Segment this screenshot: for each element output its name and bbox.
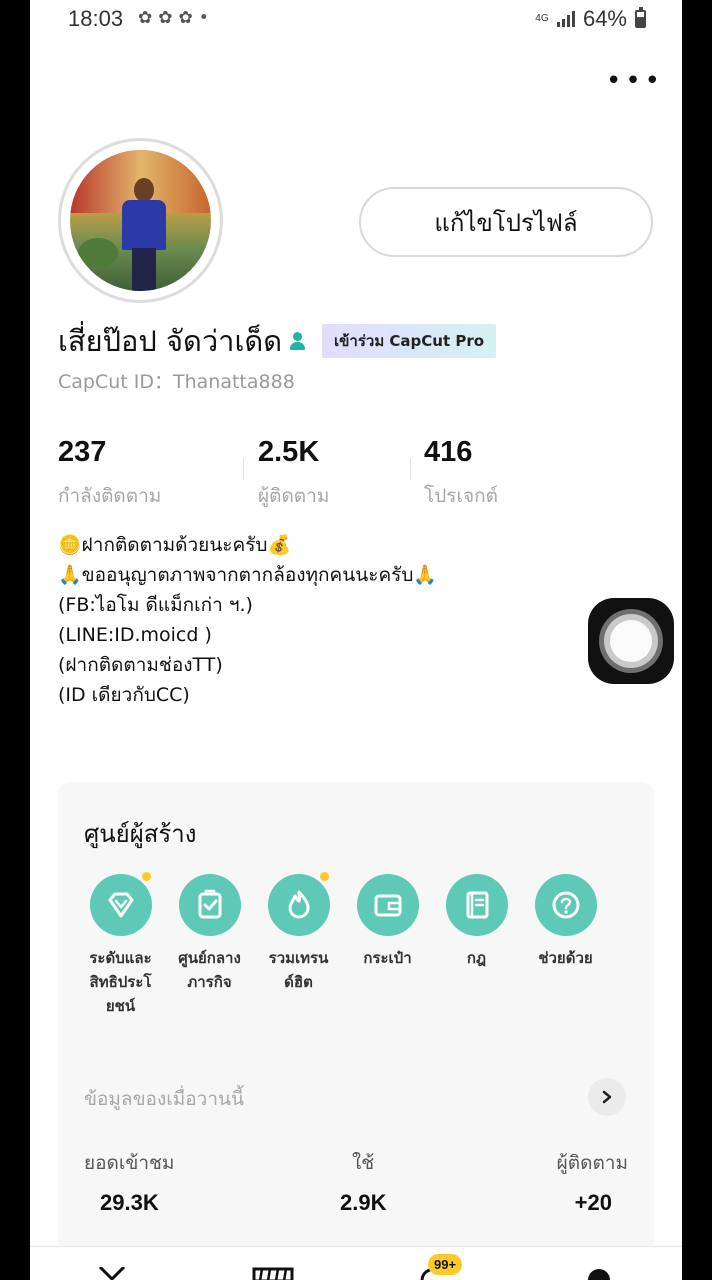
stat-value: 416	[424, 436, 473, 468]
stat-divider	[243, 458, 244, 480]
stat-label: โปรเจกต์	[424, 485, 498, 507]
network-type: 4G	[535, 13, 549, 24]
bio-line: 🪙ฝากติดตามด้วยนะครับ💰	[58, 534, 292, 556]
signal-icon	[556, 11, 575, 27]
profile-name: เสี่ยป๊อป จัดว่าเด็ด	[58, 324, 283, 358]
bio-line: (LINE:ID.moicd )	[58, 624, 212, 646]
metric-label-followers: ผู้ติดตาม	[556, 1152, 628, 1174]
chevron-right-icon[interactable]	[588, 1078, 626, 1116]
diamond-icon	[89, 872, 152, 936]
more-options-icon[interactable]: •••	[606, 66, 664, 96]
metric-label-views: ยอดเข้าชม	[84, 1152, 175, 1174]
creator-item-rules[interactable]: กฎ	[432, 874, 521, 1018]
stat-followers[interactable]: 2.5K ผู้ติดตาม	[258, 436, 329, 511]
metric-value-followers: +20	[574, 1190, 612, 1215]
notification-dot	[319, 872, 329, 881]
battery-icon	[635, 7, 646, 28]
creator-item-label: ระดับและสิทธิประโยชน์	[89, 949, 152, 1015]
user-icon	[288, 331, 308, 351]
stat-label: กำลังติดตาม	[58, 485, 162, 507]
battery-percent: 64%	[582, 6, 627, 31]
bio-line: (ID เดียวกับCC)	[58, 684, 190, 706]
stat-value: 2.5K	[258, 436, 320, 468]
avatar[interactable]	[58, 138, 223, 303]
notification-icons: ✿✿✿•	[138, 8, 215, 28]
stat-label: ผู้ติดตาม	[258, 485, 330, 507]
creator-item-tasks[interactable]: ศูนย์กลางภารกิจ	[165, 874, 254, 1018]
stat-value: 237	[58, 436, 107, 468]
status-time: 18:03	[68, 6, 124, 31]
capcut-id: CapCut ID：Thanatta888	[58, 371, 295, 393]
name-row: เสี่ยป๊อป จัดว่าเด็ด เข้าร่วม CapCut Pro	[58, 318, 497, 364]
status-right: 4G 64%	[535, 6, 646, 32]
creator-item-trends[interactable]: รวมเทรนด์ฮิต	[254, 872, 343, 1018]
help-icon	[534, 874, 597, 936]
profile-icon[interactable]	[586, 1267, 612, 1280]
creator-item-label: รวมเทรนด์ฮิต	[268, 949, 329, 991]
stat-divider	[410, 458, 411, 480]
wallet-icon	[356, 874, 419, 936]
metric-label-usage: ใช้	[352, 1152, 375, 1174]
template-icon[interactable]	[252, 1267, 294, 1280]
edit-cut-icon[interactable]	[96, 1267, 128, 1280]
creator-item-label: กฎ	[466, 949, 487, 967]
creator-item-wallet[interactable]: กระเป๋า	[343, 874, 432, 1018]
stat-following[interactable]: 237 กำลังติดตาม	[58, 436, 161, 511]
bottom-nav	[30, 1246, 682, 1280]
creator-center-icons: ระดับและสิทธิประโยชน์ ศูนย์กลางภารกิจ รว…	[76, 872, 636, 1018]
dot-icon: •	[198, 8, 215, 28]
profile-screen: 18:03 ✿✿✿• 4G 64% ••• แก้ไขโปรไฟล์ เสี่ย	[30, 0, 682, 1280]
creator-item-level[interactable]: ระดับและสิทธิประโยชน์	[76, 872, 165, 1018]
task-board-icon	[178, 874, 241, 936]
metric-value-views: 29.3K	[100, 1190, 159, 1215]
rulebook-icon	[445, 874, 508, 936]
capcut-pro-badge[interactable]: เข้าร่วม CapCut Pro	[322, 324, 497, 358]
profile-stats: 237 กำลังติดตาม 2.5K ผู้ติดตาม 416 โปรเจ…	[58, 436, 618, 516]
right-letterbox	[682, 0, 712, 1280]
metric-value-usage: 2.9K	[340, 1190, 387, 1215]
notification-icon: ✿	[138, 8, 159, 28]
flame-icon	[267, 872, 330, 936]
creator-center-card: ศูนย์ผู้สร้าง ระดับและสิทธิประโยชน์ ศูนย…	[58, 782, 654, 1252]
creator-item-label: ศูนย์กลางภารกิจ	[178, 949, 241, 991]
left-letterbox	[0, 0, 30, 1280]
bio-line: 🙏ขออนุญาตภาพจากตากล้องทุกคนนะครับ🙏	[58, 564, 438, 586]
inbox-badge: 99+	[428, 1254, 463, 1275]
stat-projects[interactable]: 416 โปรเจกต์	[424, 436, 498, 511]
yesterday-data-label: ข้อมูลของเมื่อวานนี้	[84, 1088, 244, 1110]
creator-center-title: ศูนย์ผู้สร้าง	[84, 820, 197, 848]
edit-profile-button[interactable]: แก้ไขโปรไฟล์	[359, 187, 653, 257]
notification-dot	[141, 872, 151, 881]
creator-item-label: กระเป๋า	[363, 949, 412, 967]
notification-icon: ✿	[158, 8, 179, 28]
bio-line: (ฝากติดตามช่องTT)	[58, 654, 223, 676]
bio-line: (FB:ไอโม ดีแม็กเก่า ฯ.)	[58, 594, 253, 616]
creator-item-help[interactable]: ช่วยด้วย	[521, 874, 610, 1018]
status-bar: 18:03 ✿✿✿• 4G 64%	[30, 0, 682, 40]
assistive-touch-button[interactable]	[588, 598, 674, 684]
creator-item-label: ช่วยด้วย	[538, 949, 593, 967]
avatar-image	[70, 150, 211, 291]
profile-bio: 🪙ฝากติดตามด้วยนะครับ💰 🙏ขออนุญาตภาพจากตาก…	[58, 530, 437, 710]
notification-icon: ✿	[178, 8, 199, 28]
